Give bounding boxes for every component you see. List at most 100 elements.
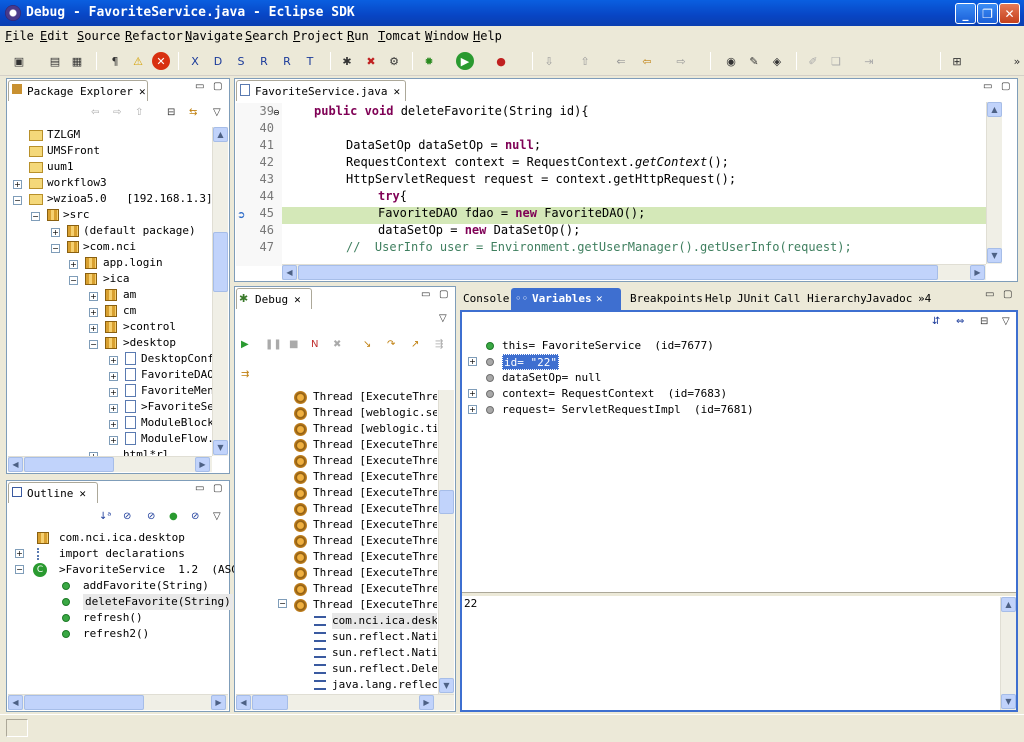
collapse-icon[interactable]: −: [31, 212, 40, 221]
scroll-left-icon[interactable]: ◀: [236, 695, 251, 710]
external-tools-icon[interactable]: ●: [492, 52, 510, 70]
collapse-icon[interactable]: −: [15, 565, 24, 574]
expand-icon[interactable]: +: [468, 405, 477, 414]
minimize-view-icon[interactable]: ▭: [983, 81, 992, 92]
view-menu-icon[interactable]: ▽: [213, 107, 221, 118]
view-menu-icon[interactable]: ▽: [213, 511, 221, 522]
outline-item-package[interactable]: com.nci.ica.desktop: [59, 530, 185, 546]
editor-vertical-scrollbar[interactable]: ▲ ▼: [986, 102, 1002, 264]
menu-search[interactable]: Search: [245, 29, 288, 43]
maximize-view-icon[interactable]: ▢: [1001, 81, 1010, 92]
disconnect-icon[interactable]: N: [311, 339, 318, 350]
tab-javadoc[interactable]: Javadoc: [866, 289, 912, 309]
thread-item[interactable]: Thread [ExecuteThrea: [313, 549, 437, 565]
menu-window[interactable]: Window: [425, 29, 468, 43]
code-line-39[interactable]: public void deleteFavorite(String id){: [314, 103, 589, 120]
code-line-44[interactable]: try{: [378, 188, 407, 205]
tree-item-moduleblock[interactable]: ModuleBlock: [141, 415, 214, 431]
expand-icon[interactable]: +: [109, 356, 118, 365]
fast-view-icon[interactable]: [6, 719, 28, 737]
outline-item-refresh[interactable]: refresh(): [83, 610, 143, 626]
maximize-view-icon[interactable]: ▢: [213, 81, 222, 92]
tree-item-umsfront[interactable]: UMSFront: [47, 143, 100, 159]
close-icon[interactable]: ✕: [79, 487, 86, 500]
step-into-icon[interactable]: ↘: [363, 339, 371, 350]
variable-this[interactable]: this= FavoriteService (id=7677): [502, 338, 714, 354]
menu-edit[interactable]: Edit: [40, 29, 69, 43]
forward-icon[interactable]: ⇨: [113, 107, 121, 118]
tab-console[interactable]: Console: [463, 289, 509, 309]
back-icon[interactable]: ⇦: [638, 52, 656, 70]
stop-icon[interactable]: ✖: [362, 52, 380, 70]
menu-file[interactable]: File: [5, 29, 34, 43]
tree-item-workflow3[interactable]: workflow3: [47, 175, 107, 191]
d-icon[interactable]: D: [209, 52, 227, 70]
fold-icon[interactable]: ⊖: [273, 108, 280, 117]
menu-run[interactable]: Run: [347, 29, 369, 43]
thread-item[interactable]: Thread [ExecuteThrea: [313, 437, 437, 453]
expand-icon[interactable]: +: [15, 549, 24, 558]
menu-tomcat[interactable]: Tomcat: [378, 29, 421, 43]
tree-item-control[interactable]: >control: [123, 319, 176, 335]
variable-context[interactable]: context= RequestContext (id=7683): [502, 386, 727, 402]
bug-icon[interactable]: ✱: [338, 52, 356, 70]
maximize-view-icon[interactable]: ▢: [213, 483, 222, 494]
expand-icon[interactable]: +: [468, 357, 477, 366]
tree-item-desktop[interactable]: >desktop: [123, 335, 176, 351]
menu-help[interactable]: Help: [473, 29, 502, 43]
collapse-all-icon[interactable]: ⊟: [167, 107, 175, 118]
stack-frame-item[interactable]: java.lang.reflect.: [332, 677, 437, 693]
gear-icon[interactable]: ⚙: [385, 52, 403, 70]
expand-icon[interactable]: +: [109, 404, 118, 413]
x-icon[interactable]: X: [186, 52, 204, 70]
code-line-45[interactable]: FavoriteDAO fdao = new FavoriteDAO();: [378, 205, 645, 222]
expand-icon[interactable]: +: [13, 180, 22, 189]
thread-item[interactable]: Thread [ExecuteThrea: [313, 453, 437, 469]
expand-icon[interactable]: +: [69, 260, 78, 269]
r2-icon[interactable]: R: [278, 52, 296, 70]
show-type-names-icon[interactable]: ⇵: [932, 316, 940, 327]
more-icon[interactable]: »: [1008, 52, 1024, 70]
debug-vertical-scrollbar[interactable]: ▼: [438, 390, 454, 694]
menu-refactor[interactable]: Refactor: [125, 29, 183, 43]
pilcrow-icon[interactable]: ¶: [106, 52, 124, 70]
minimize-view-icon[interactable]: ▭: [195, 483, 204, 494]
more-tabs-icon[interactable]: »4: [918, 289, 931, 309]
scroll-right-icon[interactable]: ▶: [211, 695, 226, 710]
expand-icon[interactable]: +: [89, 292, 98, 301]
collapse-icon[interactable]: −: [51, 244, 60, 253]
hide-local-types-icon[interactable]: ⊘: [191, 511, 199, 522]
collapse-icon[interactable]: −: [89, 340, 98, 349]
debug-run-icon[interactable]: ✹: [420, 52, 438, 70]
hide-static-icon[interactable]: ⊘: [147, 511, 155, 522]
tab-favoriteservice-java[interactable]: FavoriteService.java ✕: [236, 80, 406, 101]
tab-call-hierarchy[interactable]: Call Hierarchy: [774, 289, 867, 309]
tree-item-cm[interactable]: cm: [123, 303, 136, 319]
hide-nonpublic-icon[interactable]: ●: [169, 511, 178, 522]
tab-junit[interactable]: JUnit: [737, 289, 770, 309]
thread-item[interactable]: Thread [ExecuteThrea: [313, 501, 437, 517]
thread-item[interactable]: Thread [ExecuteThrea: [313, 565, 437, 581]
maximize-view-icon[interactable]: ▢: [439, 289, 448, 300]
hide-fields-icon[interactable]: ⊘: [123, 511, 131, 522]
scroll-up-icon[interactable]: ▲: [1001, 597, 1016, 612]
expand-icon[interactable]: +: [109, 388, 118, 397]
menu-project[interactable]: Project: [293, 29, 344, 43]
link-editor-icon[interactable]: ⇆: [189, 107, 197, 118]
expand-icon[interactable]: +: [89, 308, 98, 317]
stack-frame-item[interactable]: sun.reflect.Native: [332, 645, 437, 661]
pen-icon[interactable]: ✐: [804, 52, 822, 70]
expand-icon[interactable]: +: [109, 372, 118, 381]
stack-frame-item[interactable]: com.nci.ica.deskto: [332, 613, 437, 629]
drop-to-frame-icon[interactable]: ⇶: [435, 339, 443, 350]
minimize-view-icon[interactable]: ▭: [195, 81, 204, 92]
tree-item-wzioa[interactable]: >wzioa5.0 [192.168.1.3]: [47, 191, 213, 207]
tree-item-favoritemen[interactable]: FavoriteMen: [141, 383, 214, 399]
tab-breakpoints[interactable]: Breakpoints: [630, 289, 703, 309]
code-line-42[interactable]: RequestContext context = RequestContext.…: [346, 154, 729, 171]
scroll-left-icon[interactable]: ◀: [8, 457, 23, 472]
new-icon[interactable]: ▣: [10, 52, 28, 70]
t-icon[interactable]: T: [301, 52, 319, 70]
warning-icon[interactable]: ⚠: [129, 52, 147, 70]
forward-icon[interactable]: ⇨: [672, 52, 690, 70]
